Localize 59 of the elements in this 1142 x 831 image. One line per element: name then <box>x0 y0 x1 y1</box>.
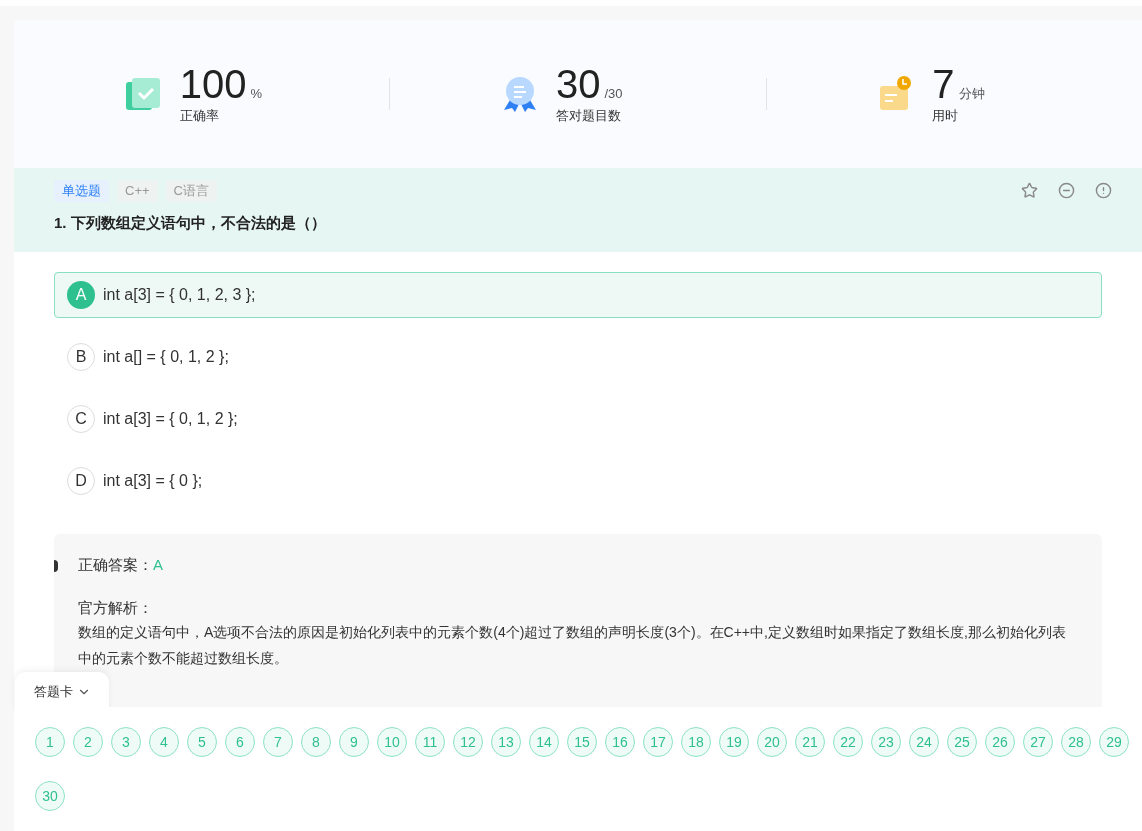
option-row[interactable]: A int a[3] = { 0, 1, 2, 3 }; <box>54 272 1102 318</box>
stat-label: 答对题目数 <box>556 107 622 126</box>
answer-value: A <box>153 555 163 575</box>
star-icon[interactable] <box>1021 182 1038 199</box>
explanation-text: 数组的定义语句中，A选项不合法的原因是初始化列表中的元素个数(4个)超过了数组的声明长度(3个)。在C++中,定义数组时如果指定了数组长度,那么初始化列表中的元素个数不能超过数组长度。 <box>78 623 1067 668</box>
alert-icon[interactable] <box>1095 182 1112 199</box>
question-number[interactable]: 4 <box>149 727 179 757</box>
question-number[interactable]: 3 <box>111 727 141 757</box>
question-number[interactable]: 18 <box>681 727 711 757</box>
stat-label: 用时 <box>932 107 960 126</box>
question-number[interactable]: 10 <box>377 727 407 757</box>
question-number[interactable]: 9 <box>339 727 369 757</box>
question-number[interactable]: 19 <box>719 727 749 757</box>
stat-unit: 分钟 <box>958 85 985 104</box>
question-number[interactable]: 29 <box>1099 727 1129 757</box>
stat-value: 100 <box>179 62 247 107</box>
tag: C++ <box>117 180 158 202</box>
question-number[interactable]: 30 <box>35 781 65 811</box>
question-number[interactable]: 11 <box>415 727 445 757</box>
option-row[interactable]: D int a[3] = { 0 }; <box>54 458 1102 504</box>
question-number[interactable]: 27 <box>1023 727 1053 757</box>
question-number[interactable]: 13 <box>491 727 521 757</box>
question-number[interactable]: 20 <box>757 727 787 757</box>
question-number[interactable]: 28 <box>1061 727 1091 757</box>
option-row[interactable]: C int a[3] = { 0, 1, 2 }; <box>54 396 1102 442</box>
question-number[interactable]: 15 <box>567 727 597 757</box>
question-number[interactable]: 17 <box>643 727 673 757</box>
question-number[interactable]: 1 <box>35 727 65 757</box>
question-title: 1. 下列数组定义语句中，不合法的是（） <box>54 213 327 233</box>
question-number[interactable]: 12 <box>453 727 483 757</box>
option-text: int a[] = { 0, 1, 2 }; <box>103 347 229 367</box>
stat-value: 30 <box>556 62 601 107</box>
option-text: int a[3] = { 0 }; <box>103 471 203 491</box>
stat-unit: % <box>250 85 262 104</box>
question-number[interactable]: 2 <box>73 727 103 757</box>
stat-unit: /30 <box>604 85 623 104</box>
option-row[interactable]: B int a[] = { 0, 1, 2 }; <box>54 334 1102 380</box>
question-number[interactable]: 14 <box>529 727 559 757</box>
tag: C语言 <box>165 180 217 202</box>
question-number[interactable]: 7 <box>263 727 293 757</box>
question-number[interactable]: 23 <box>871 727 901 757</box>
question-number[interactable]: 6 <box>225 727 255 757</box>
option-letter: A <box>67 281 95 309</box>
question-number[interactable]: 25 <box>947 727 977 757</box>
tag: 单选题 <box>54 180 109 202</box>
stat-value: 7 <box>932 62 955 107</box>
option-text: int a[3] = { 0, 1, 2, 3 }; <box>103 285 256 305</box>
question-number[interactable]: 8 <box>301 727 331 757</box>
question-number[interactable]: 16 <box>605 727 635 757</box>
question-number[interactable]: 5 <box>187 727 217 757</box>
answer-label: 正确答案： <box>78 555 153 575</box>
question-number[interactable]: 26 <box>985 727 1015 757</box>
stat-label: 正确率 <box>179 107 220 126</box>
explanation-label: 官方解析： <box>78 597 154 618</box>
question-number[interactable]: 24 <box>909 727 939 757</box>
option-text: int a[3] = { 0, 1, 2 }; <box>103 409 238 429</box>
question-number[interactable]: 21 <box>795 727 825 757</box>
minus-circle-icon[interactable] <box>1058 182 1075 199</box>
question-number[interactable]: 22 <box>833 727 863 757</box>
